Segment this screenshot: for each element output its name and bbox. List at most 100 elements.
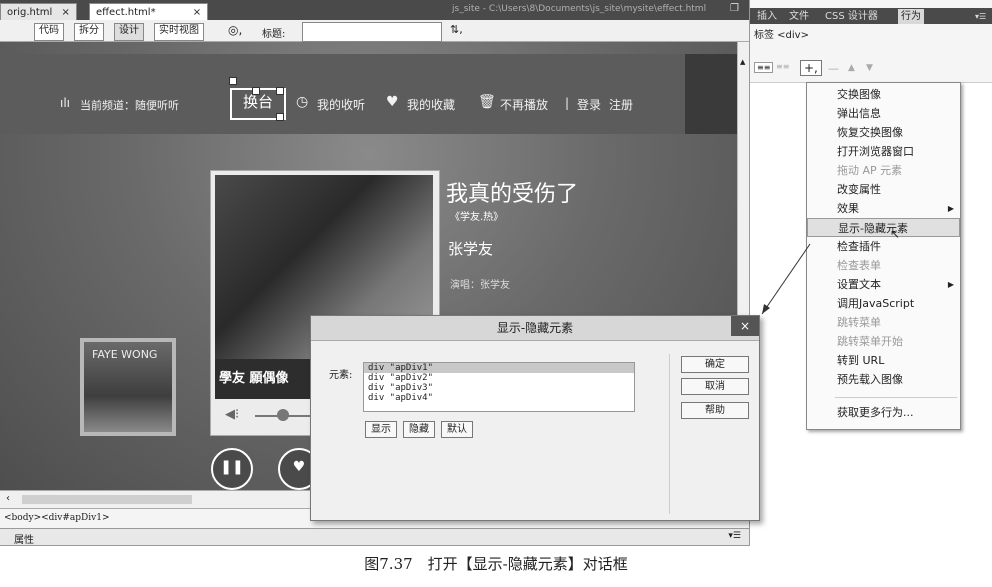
tag-label: 标签 <div> [754, 30, 809, 41]
menu-item-go-to-url[interactable]: 转到 URL [807, 351, 960, 370]
pause-button[interactable]: ❚❚ [211, 448, 253, 490]
menu-item-show-hide-elements[interactable]: 显示-隐藏元素 ↖ [807, 218, 960, 241]
figure-caption: 图7.37 打开【显示-隐藏元素】对话框 [364, 555, 628, 573]
scroll-left-icon[interactable]: ‹ [6, 493, 10, 504]
resize-handle[interactable] [229, 77, 237, 85]
nav-dark-block [685, 54, 737, 134]
menu-item-effects[interactable]: 效果 ▶ [807, 199, 960, 218]
list-item[interactable]: div "apDiv3" [364, 383, 634, 393]
tab-label: orig.html [7, 7, 53, 18]
menu-separator [835, 397, 957, 398]
code-view-button[interactable]: 代码 [34, 23, 64, 41]
menu-item-popup-message[interactable]: 弹出信息 [807, 104, 960, 123]
properties-label[interactable]: 属性 [14, 531, 34, 546]
artist-name: 张学友 [448, 240, 494, 258]
element-label: 元素: [329, 370, 353, 381]
login-link[interactable]: 登录 [577, 96, 601, 113]
properties-bar: 属性 ▾☰ [0, 528, 749, 546]
tab-insert[interactable]: 插入 [754, 9, 780, 24]
element-list[interactable]: div "apDiv1" div "apDiv2" div "apDiv3" d… [363, 362, 635, 412]
hide-button[interactable]: 隐藏 [403, 421, 435, 438]
behaviors-toolbar: ≡≡ ≡≡ +, — ▲ ▼ [750, 60, 992, 80]
document-tab-bar: orig.html × effect.html* × js_site - C:\… [0, 0, 749, 23]
clock-icon: ◷ [296, 94, 309, 110]
page-nav-bar: ılı 当前频道：随便听听 换台 ◷ 我的收听 ♥ 我的收藏 🗑 不再播放 | … [0, 54, 737, 134]
tab-label: effect.html* [96, 7, 156, 18]
design-view-button[interactable]: 设计 [114, 23, 144, 41]
tag-selector[interactable]: <body><div#apDiv1> [4, 513, 110, 523]
restore-window-icon[interactable]: ❐ [730, 3, 739, 14]
volume-slider-handle[interactable] [277, 409, 289, 421]
register-link[interactable]: 注册 [609, 96, 633, 113]
remove-behavior-button[interactable]: — [828, 62, 839, 75]
album-small-text: FAYE WONG [92, 348, 158, 361]
behaviors-menu: 交换图像 弹出信息 恢复交换图像 打开浏览器窗口 拖动 AP 元素 改变属性 效… [806, 82, 961, 430]
no-play-link[interactable]: 不再播放 [500, 96, 548, 113]
current-channel: 当前频道：随便听听 [80, 99, 179, 112]
close-icon[interactable]: × [193, 7, 201, 18]
help-button[interactable]: 帮助 [681, 402, 749, 419]
menu-item-call-javascript[interactable]: 调用JavaScript [807, 294, 960, 313]
tab-css-designer[interactable]: CSS 设计器 [822, 9, 881, 24]
panel-menu-icon[interactable]: ▾☰ [728, 531, 741, 541]
my-listen-link[interactable]: 我的收听 [317, 96, 365, 113]
tab-files[interactable]: 文件 [786, 9, 812, 24]
add-behavior-button[interactable]: +, [800, 60, 822, 76]
my-favorites-link[interactable]: 我的收藏 [407, 96, 455, 113]
show-all-events-icon[interactable]: ≡≡ [776, 62, 789, 71]
cancel-button[interactable]: 取消 [681, 378, 749, 395]
show-button[interactable]: 显示 [365, 421, 397, 438]
dialog-title: 显示-隐藏元素 [496, 321, 574, 335]
menu-item-get-more-behaviors[interactable]: 获取更多行为... [807, 403, 960, 422]
list-item[interactable]: div "apDiv1" [364, 363, 634, 373]
menu-item-validate-form: 检查表单 [837, 259, 881, 272]
singer-line: 演唱：张学友 [450, 280, 510, 291]
scroll-thumb[interactable] [22, 495, 192, 504]
menu-item-change-property[interactable]: 改变属性 [807, 180, 960, 199]
show-hide-elements-dialog: 显示-隐藏元素 × 元素: div "apDiv1" div "apDiv2" … [310, 315, 760, 521]
menu-item-set-text[interactable]: 设置文本 ▶ [807, 275, 960, 294]
default-button[interactable]: 默认 [441, 421, 473, 438]
dialog-divider [669, 354, 670, 514]
album-small-photo: FAYE WONG [84, 342, 172, 432]
panel-menu-icon[interactable]: ▾☰ [972, 9, 989, 24]
heart-icon: ♥ [292, 459, 306, 475]
move-up-icon[interactable]: ▲ [848, 63, 855, 73]
show-set-events-icon[interactable]: ≡≡ [754, 62, 774, 73]
resize-handle[interactable] [276, 113, 284, 121]
menu-item-jump-menu: 跳转菜单 [837, 316, 881, 329]
file-management-icon[interactable]: ⇅, [450, 23, 463, 36]
resize-handle[interactable] [252, 87, 260, 95]
menu-item-swap-image[interactable]: 交换图像 [807, 85, 960, 104]
menu-item-preload-images[interactable]: 预先载入图像 [807, 370, 960, 389]
submenu-arrow-icon: ▶ [947, 204, 954, 213]
heart-icon: ♥ [386, 94, 399, 110]
chart-bars-icon: ılı [60, 96, 71, 110]
file-path: js_site - C:\Users\8\Documents\js_site\m… [452, 4, 707, 14]
move-down-icon[interactable]: ▼ [866, 63, 873, 73]
trash-icon: 🗑 [478, 94, 496, 110]
submenu-arrow-icon: ▶ [947, 280, 954, 289]
split-view-button[interactable]: 拆分 [74, 23, 104, 41]
ok-button[interactable]: 确定 [681, 356, 749, 373]
album-cover-small: FAYE WONG [80, 338, 176, 436]
title-input[interactable] [302, 22, 442, 42]
menu-item-check-plugin[interactable]: 检查插件 [807, 237, 960, 256]
song-title: 我真的受伤了 [446, 182, 579, 207]
menu-item-restore-swap-image[interactable]: 恢复交换图像 [807, 123, 960, 142]
pause-icon: ❚❚ [220, 459, 244, 475]
close-icon[interactable]: × [62, 7, 70, 18]
list-item[interactable]: div "apDiv2" [364, 373, 634, 383]
scroll-up-icon[interactable]: ▲ [740, 58, 745, 66]
list-item[interactable]: div "apDiv4" [364, 393, 634, 403]
close-button[interactable]: × [731, 316, 759, 336]
menu-item-open-browser-window[interactable]: 打开浏览器窗口 [807, 142, 960, 161]
menu-item-jump-menu-go: 跳转菜单开始 [837, 335, 903, 348]
live-view-button[interactable]: 实时视图 [154, 23, 204, 41]
volume-icon[interactable]: ◀⁝ [225, 407, 239, 422]
tab-behaviors[interactable]: 行为 [898, 9, 924, 24]
globe-icon[interactable]: ◎, [228, 23, 242, 37]
menu-item-drag-ap-element: 拖动 AP 元素 [837, 164, 903, 177]
album-band-text: 學友 願偶像 [219, 371, 289, 386]
resize-handle[interactable] [276, 87, 284, 95]
